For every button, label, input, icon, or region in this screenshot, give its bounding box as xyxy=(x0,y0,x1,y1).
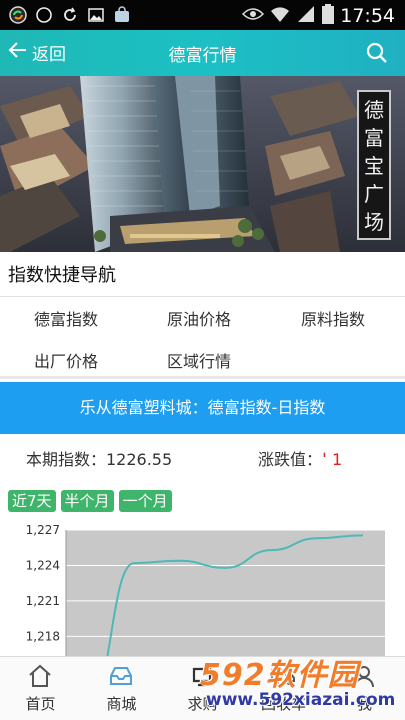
banner-sign-char: 德 xyxy=(364,98,384,122)
wifi-icon xyxy=(270,5,290,27)
nav-item-material-index[interactable]: 原料指数 xyxy=(301,306,365,330)
page-title: 德富行情 xyxy=(168,46,237,66)
index-header: 乐从德富塑料城：德富指数-日指数 xyxy=(0,382,405,434)
search-icon xyxy=(366,42,387,63)
bottom-nav-home[interactable]: 首页 xyxy=(0,657,81,720)
title-bar: 返回 德富行情 xyxy=(0,30,405,76)
tab-one-month[interactable]: 一个月 xyxy=(118,490,172,512)
change-value: 1 xyxy=(332,450,343,469)
nav-item-factory-price[interactable]: 出厂价格 xyxy=(34,348,98,372)
eye-icon xyxy=(242,6,265,26)
sync-icon xyxy=(8,5,28,25)
change-label: 涨跌值： xyxy=(258,450,323,469)
nav-item-regional-market[interactable]: 区域行情 xyxy=(167,348,231,372)
plot-area xyxy=(66,530,385,660)
index-line-chart: 1,227 1,224 1,221 1,218 xyxy=(26,523,385,660)
site-watermark: 592软件园 www.592xiazai.com xyxy=(198,646,405,720)
banner-sign-char: 富 xyxy=(364,126,384,150)
quick-nav-title: 指数快捷导航 xyxy=(8,265,116,286)
nav-item-crude-oil-price[interactable]: 原油价格 xyxy=(167,306,231,330)
system-icons: 17:54 xyxy=(242,4,395,28)
y-tick-label: 1,218 xyxy=(26,629,60,643)
nav-item-defu-index[interactable]: 德富指数 xyxy=(34,306,98,330)
home-icon xyxy=(29,664,51,687)
range-tabs: 近7天 半个月 一个月 xyxy=(8,490,172,512)
banner-sign-char: 场 xyxy=(364,210,384,234)
watermark-url: www.592xiazai.com xyxy=(206,690,396,710)
notification-icons xyxy=(8,5,132,25)
bottom-nav-mall[interactable]: 商城 xyxy=(81,657,162,720)
tab-7-days[interactable]: 近7天 xyxy=(8,490,56,512)
banner-sign-char: 宝 xyxy=(364,154,384,178)
clock: 17:54 xyxy=(340,5,395,27)
y-tick-label: 1,224 xyxy=(26,558,60,572)
banner-sign: 德 富 宝 广 场 xyxy=(357,90,391,240)
divider xyxy=(0,376,405,379)
change-value-group: 涨跌值：ˈ 1 xyxy=(258,446,342,470)
tab-half-month[interactable]: 半个月 xyxy=(60,490,114,512)
search-button[interactable] xyxy=(365,41,389,65)
inbox-icon xyxy=(110,667,132,685)
image-icon xyxy=(86,5,106,25)
building-illustration xyxy=(0,76,405,252)
bottom-nav-label: 首页 xyxy=(25,695,56,713)
status-bar: 17:54 xyxy=(0,0,405,30)
shopping-bag-icon xyxy=(112,5,132,25)
bottom-nav-label: 商城 xyxy=(106,695,137,713)
up-arrow-icon: ˈ xyxy=(322,450,327,469)
battery-icon xyxy=(322,4,335,28)
divider xyxy=(0,296,405,297)
y-tick-label: 1,221 xyxy=(26,594,60,608)
refresh-icon xyxy=(60,5,80,25)
y-tick-label: 1,227 xyxy=(26,523,60,537)
circle-icon xyxy=(34,5,54,25)
banner-image[interactable]: 德 富 宝 广 场 xyxy=(0,76,405,252)
current-index: 本期指数：1226.55 xyxy=(26,450,173,469)
watermark-logo-text: 592软件园 xyxy=(200,658,359,693)
banner-sign-char: 广 xyxy=(364,182,384,206)
signal-icon xyxy=(296,5,316,27)
